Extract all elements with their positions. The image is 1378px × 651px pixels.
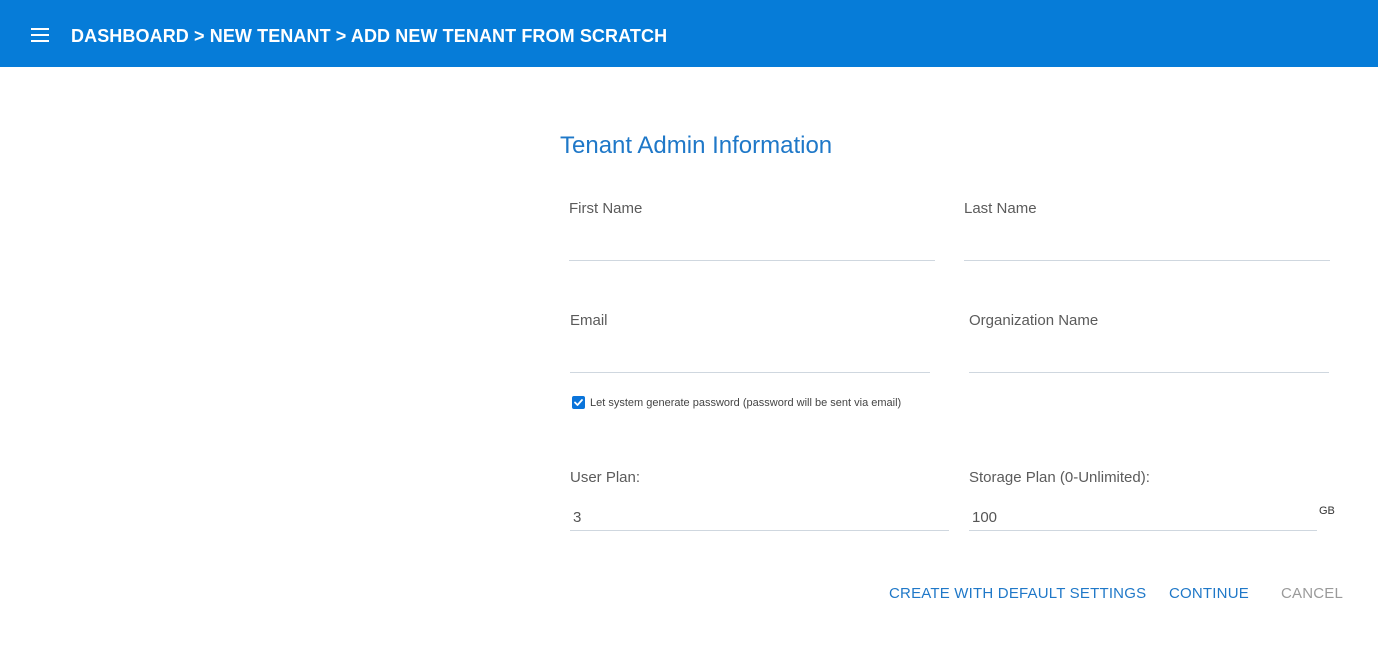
first-name-input[interactable]	[569, 235, 935, 261]
generate-password-option: Let system generate password (password w…	[572, 396, 901, 409]
storage-plan-label: Storage Plan (0-Unlimited):	[969, 469, 1150, 486]
top-app-bar: DASHBOARD > NEW TENANT > ADD NEW TENANT …	[0, 0, 1378, 67]
email-field: Email	[570, 312, 930, 374]
storage-plan-field: Storage Plan (0-Unlimited):	[969, 469, 1317, 532]
organization-name-field: Organization Name	[969, 312, 1329, 374]
create-default-button[interactable]: CREATE WITH DEFAULT SETTINGS	[889, 585, 1146, 602]
storage-plan-input[interactable]	[969, 505, 1317, 531]
last-name-label: Last Name	[964, 200, 1037, 217]
generate-password-checkbox[interactable]	[572, 396, 585, 409]
hamburger-menu-icon[interactable]	[28, 26, 52, 46]
last-name-input[interactable]	[964, 235, 1330, 261]
storage-unit: GB	[1319, 505, 1335, 517]
first-name-field: First Name	[569, 200, 935, 262]
email-label: Email	[570, 312, 608, 329]
checkmark-icon	[574, 399, 583, 406]
email-input[interactable]	[570, 347, 930, 373]
generate-password-label: Let system generate password (password w…	[590, 396, 902, 409]
user-plan-input[interactable]	[570, 505, 949, 531]
first-name-label: First Name	[569, 200, 643, 217]
organization-name-label: Organization Name	[969, 312, 1099, 329]
last-name-field: Last Name	[964, 200, 1330, 262]
organization-name-input[interactable]	[969, 347, 1329, 373]
continue-button[interactable]: CONTINUE	[1169, 585, 1249, 602]
user-plan-field: User Plan:	[570, 469, 949, 532]
breadcrumb: DASHBOARD > NEW TENANT > ADD NEW TENANT …	[71, 26, 668, 46]
cancel-button[interactable]: CANCEL	[1281, 585, 1343, 602]
section-title: Tenant Admin Information	[560, 132, 833, 159]
user-plan-label: User Plan:	[570, 469, 641, 486]
